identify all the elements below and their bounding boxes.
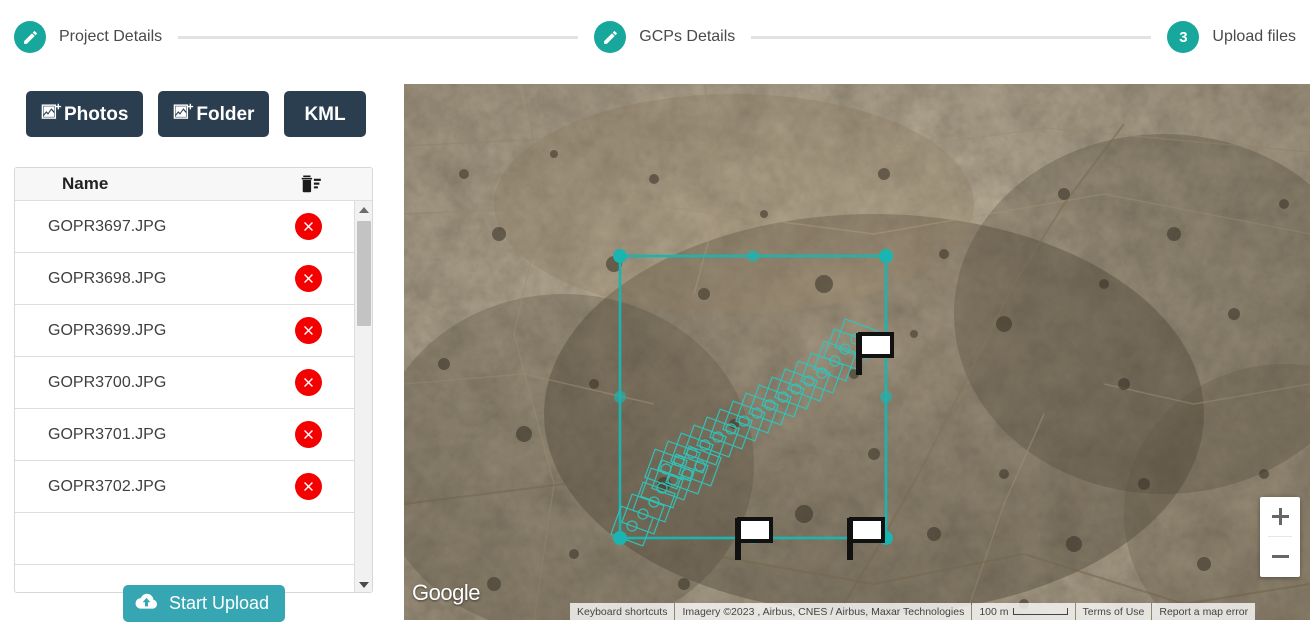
file-name: GOPR3700.JPG (48, 373, 167, 391)
add-photos-label: Photos (64, 103, 129, 125)
boundary-handles (613, 249, 893, 545)
triangle-up-icon[interactable] (355, 201, 372, 218)
table-row[interactable]: GOPR3702.JPG (15, 461, 356, 513)
stepper-connector-1 (178, 35, 579, 39)
remove-circle-icon[interactable] (295, 265, 322, 292)
file-list-body[interactable]: GOPR3697.JPG GOPR3698.JPG GOPR3699.JPG GOPR… (15, 201, 356, 592)
map-scale: 100 m (972, 603, 1075, 620)
table-row[interactable]: GOPR3699.JPG (15, 305, 356, 357)
cloud-upload-icon (134, 592, 159, 616)
column-header-name: Name (62, 174, 109, 193)
file-list-header: Name (15, 168, 372, 201)
add-image-icon (173, 102, 194, 127)
add-kml-label: KML (304, 103, 346, 125)
remove-circle-icon[interactable] (295, 317, 322, 344)
pencil-icon (594, 21, 627, 53)
scale-bar (1012, 608, 1068, 615)
flag-marker (847, 517, 885, 560)
add-photos-button[interactable]: Photos (26, 91, 144, 137)
file-name: GOPR3699.JPG (48, 321, 167, 339)
table-row[interactable]: GOPR3700.JPG (15, 357, 356, 409)
stepper-connector-2 (751, 35, 1152, 39)
table-row[interactable]: GOPR3697.JPG (15, 201, 356, 253)
pencil-icon (14, 21, 46, 53)
file-list-scrollbar[interactable] (354, 201, 372, 592)
handle-top-left (613, 249, 627, 263)
zoom-in-button[interactable] (1260, 497, 1300, 536)
remove-circle-icon[interactable] (295, 421, 322, 448)
imagery-credit: Imagery ©2023 , Airbus, CNES / Airbus, M… (675, 603, 972, 620)
flag-marker (735, 517, 773, 560)
remove-circle-icon[interactable] (295, 473, 322, 500)
handle-top-right (879, 249, 893, 263)
step-project-details[interactable]: Project Details (14, 21, 162, 53)
trash-list-icon[interactable] (300, 174, 322, 199)
remove-circle-icon[interactable] (295, 213, 322, 240)
handle-right-mid (880, 391, 892, 403)
start-upload-button[interactable]: Start Upload (123, 585, 286, 622)
keyboard-shortcuts-link[interactable]: Keyboard shortcuts (570, 603, 675, 620)
triangle-down-icon[interactable] (355, 576, 372, 592)
map-zoom-control[interactable] (1260, 497, 1300, 577)
source-button-group: Photos Folder KML (26, 91, 366, 137)
add-folder-button[interactable]: Folder (158, 91, 270, 137)
add-kml-button[interactable]: KML (284, 91, 366, 137)
map-attribution-bar: Keyboard shortcuts Imagery ©2023 , Airbu… (404, 603, 1310, 620)
file-name: GOPR3698.JPG (48, 269, 167, 287)
file-name: GOPR3697.JPG (48, 217, 167, 235)
zoom-out-button[interactable] (1260, 537, 1300, 576)
remove-circle-icon[interactable] (295, 369, 322, 396)
scrollbar-thumb[interactable] (357, 221, 371, 326)
map-view[interactable]: Google Keyboard shortcuts Imagery ©2023 … (404, 84, 1310, 620)
step-label-project-details: Project Details (59, 28, 163, 45)
file-name: GOPR3702.JPG (48, 477, 167, 495)
map-scale-label: 100 m (979, 605, 1009, 618)
terms-of-use-link[interactable]: Terms of Use (1075, 603, 1152, 620)
table-row[interactable]: GOPR3698.JPG (15, 253, 356, 305)
table-row[interactable]: GOPR3701.JPG (15, 409, 356, 461)
survey-boundary-rect (618, 254, 888, 540)
add-image-icon (41, 102, 62, 127)
step-gcps-details[interactable]: GCPs Details (594, 21, 735, 53)
survey-overlay[interactable] (404, 84, 1310, 620)
file-list-card: Name GOPR3697.JPG GOPR3698.JPG GOPR3699.JP… (14, 167, 373, 593)
upload-panel: Photos Folder KML Name GOPR3697.JPG GOPR… (0, 74, 404, 622)
step-label-gcps-details: GCPs Details (639, 28, 736, 45)
table-row[interactable] (15, 513, 356, 565)
handle-bottom-left (613, 531, 627, 545)
report-map-error-link[interactable]: Report a map error (1152, 603, 1256, 620)
step-number-badge: 3 (1167, 21, 1200, 53)
start-upload-label: Start Upload (169, 593, 270, 613)
photo-footprints (610, 318, 878, 547)
add-folder-label: Folder (196, 103, 255, 125)
step-label-upload-files: Upload files (1212, 28, 1297, 45)
handle-left-mid (614, 391, 626, 403)
progress-stepper: Project Details GCPs Details 3 Upload fi… (0, 0, 1310, 74)
file-name: GOPR3701.JPG (48, 425, 167, 443)
step-upload-files[interactable]: 3 Upload files (1167, 21, 1296, 53)
handle-top-mid (747, 250, 759, 262)
